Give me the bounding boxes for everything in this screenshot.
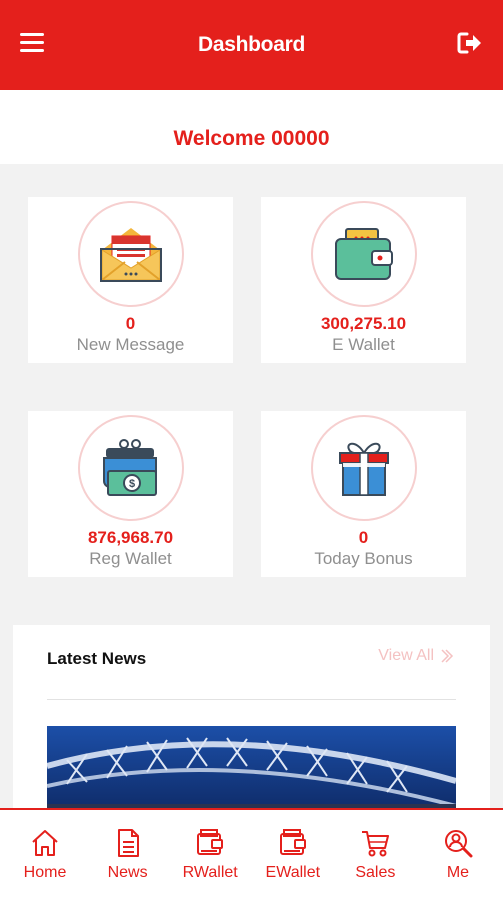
tab-news[interactable]: News xyxy=(87,810,169,900)
news-thumbnail[interactable] xyxy=(47,726,456,815)
tab-home[interactable]: Home xyxy=(4,810,86,900)
purse-money-icon: $ xyxy=(102,439,157,496)
card-icon-circle xyxy=(77,201,184,307)
tab-rwallet[interactable]: RWallet xyxy=(169,810,251,900)
news-divider xyxy=(47,699,456,700)
new-message-label: New Message xyxy=(76,335,185,354)
chevron-right-icon xyxy=(441,649,454,663)
latest-news-title: Latest News xyxy=(47,649,147,668)
card-icon-circle xyxy=(310,201,417,307)
e-wallet-card[interactable]: 300,275.10 E Wallet xyxy=(261,197,466,363)
welcome-text: Welcome 00000 xyxy=(173,127,330,150)
gift-icon xyxy=(338,442,389,496)
new-message-card[interactable]: 0 New Message xyxy=(28,197,233,363)
bottom-tab-bar: Home News RWallet EWallet Sales Me xyxy=(0,808,503,900)
tab-home-label: Home xyxy=(23,864,67,881)
tab-me[interactable]: Me xyxy=(417,810,499,900)
svg-text:$: $ xyxy=(128,478,134,490)
document-icon xyxy=(117,829,139,857)
e-wallet-label: E Wallet xyxy=(332,335,395,354)
page-title: Dashboard xyxy=(198,33,305,56)
hamburger-menu-icon[interactable] xyxy=(20,33,44,53)
tab-sales-label: Sales xyxy=(355,864,396,881)
card-icon-circle xyxy=(310,415,417,521)
card-icon-circle: $ xyxy=(77,415,184,521)
user-search-icon xyxy=(444,830,473,858)
new-message-count: 0 xyxy=(125,314,136,333)
bridge-night-photo xyxy=(47,726,456,815)
cart-icon xyxy=(362,831,390,857)
tab-ewallet-label: EWallet xyxy=(265,864,321,881)
app-header: Dashboard xyxy=(0,0,503,90)
wallet-icon xyxy=(279,829,306,855)
reg-wallet-label: Reg Wallet xyxy=(89,549,172,568)
today-bonus-label: Today Bonus xyxy=(314,549,413,568)
tab-rwallet-label: RWallet xyxy=(182,864,238,881)
tab-sales[interactable]: Sales xyxy=(334,810,416,900)
logout-icon[interactable] xyxy=(457,31,483,55)
view-all-link[interactable]: View All xyxy=(378,647,454,665)
tab-news-label: News xyxy=(107,864,148,881)
tab-ewallet[interactable]: EWallet xyxy=(252,810,334,900)
latest-news-panel: Latest News View All xyxy=(13,625,490,815)
today-bonus-card[interactable]: 0 Today Bonus xyxy=(261,411,466,577)
e-wallet-balance: 300,275.10 xyxy=(320,314,407,333)
envelope-icon xyxy=(99,228,162,282)
reg-wallet-balance: 876,968.70 xyxy=(87,528,174,547)
welcome-section: Welcome 00000 xyxy=(0,90,503,164)
tab-me-label: Me xyxy=(446,864,470,881)
view-all-label: View All xyxy=(378,647,434,664)
wallet-icon xyxy=(334,228,393,280)
reg-wallet-card[interactable]: $ 876,968.70 Reg Wallet xyxy=(28,411,233,577)
today-bonus-value: 0 xyxy=(358,528,369,547)
home-icon xyxy=(32,830,58,856)
wallet-icon xyxy=(197,829,224,855)
